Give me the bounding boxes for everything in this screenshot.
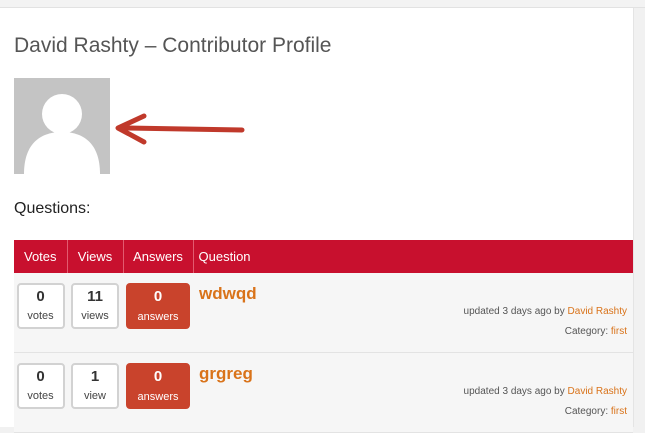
answers-cell: 0 answers [123,352,193,433]
question-title-link[interactable]: wdwqd [199,284,257,304]
question-updated-info: updated 3 days ago by David Rashty [464,306,627,317]
header-views[interactable]: Views [67,240,124,273]
answers-cell: 0 answers [123,273,193,353]
header-question[interactable]: Question [193,240,633,273]
category-link[interactable]: first [611,326,627,337]
category-label: Category: [564,326,609,337]
question-category-info: Category: first [565,406,627,417]
votes-label: votes [27,310,54,322]
question-cell: grgreg updated 3 days ago by David Rasht… [193,352,633,433]
table-row: 0 votes 11 views 0 answers wdwqd updated… [14,273,633,353]
updated-text: updated 3 days ago by [463,306,565,317]
default-user-silhouette-icon [24,94,100,174]
votes-count: 0 [36,368,45,385]
header-votes[interactable]: Votes [14,240,68,273]
votes-cell: 0 votes [14,352,67,433]
page-title: David Rashty – Contributor Profile [14,34,332,57]
votes-count-box: 0 votes [16,283,65,329]
answers-count-box: 0 answers [126,363,190,409]
question-category-info: Category: first [565,326,627,337]
views-count: 1 [90,368,100,385]
question-cell: wdwqd updated 3 days ago by David Rashty… [193,273,633,353]
views-count-box: 11 views [71,283,119,329]
views-label: view [83,390,106,402]
author-link[interactable]: David Rashty [568,386,627,397]
table-header-row: Votes Views Answers Question [14,240,633,273]
table-row: 0 votes 1 view 0 answers grgreg updated … [14,352,633,433]
top-strip [0,0,645,8]
views-cell: 1 view [67,352,123,433]
views-label: views [81,310,109,322]
questions-table: Votes Views Answers Question 0 votes 11 … [14,240,633,433]
header-answers[interactable]: Answers [123,240,194,273]
category-link[interactable]: first [611,406,627,417]
updated-text: updated 3 days ago by [463,386,565,397]
votes-label: votes [27,390,54,402]
question-title-link[interactable]: grgreg [199,364,253,384]
answers-count-box: 0 answers [126,283,190,329]
views-cell: 11 views [67,273,123,353]
views-count-box: 1 view [71,363,119,409]
question-updated-info: updated 3 days ago by David Rashty [464,386,627,397]
author-link[interactable]: David Rashty [568,306,627,317]
votes-cell: 0 votes [14,273,67,353]
votes-count-box: 0 votes [16,363,65,409]
votes-count: 0 [36,288,45,305]
questions-heading: Questions: [14,200,91,217]
avatar [14,78,110,174]
category-label: Category: [564,406,609,417]
answers-count: 0 [153,288,163,305]
arrow-pointer-icon [115,113,245,145]
answers-count: 0 [153,368,163,385]
answers-label: answers [137,391,179,403]
profile-panel: David Rashty – Contributor Profile Quest… [0,8,634,433]
views-count: 11 [87,288,103,305]
answers-label: answers [137,311,179,323]
